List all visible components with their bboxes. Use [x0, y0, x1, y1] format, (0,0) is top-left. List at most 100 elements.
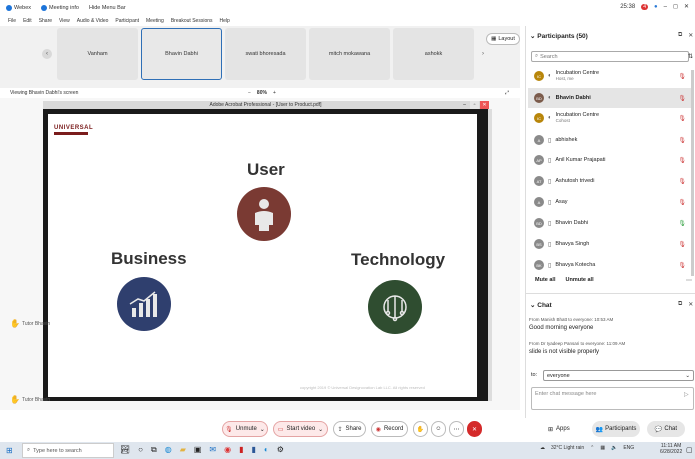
edge-icon[interactable]: ◍ — [165, 445, 172, 455]
video-tile[interactable]: Vanham — [57, 28, 138, 80]
cortana-icon[interactable]: ○ — [138, 445, 143, 455]
app-thumbnail-icon[interactable]: 🏞 — [120, 445, 130, 455]
webex-taskbar-icon[interactable]: ◐ — [264, 445, 269, 455]
participants-header[interactable]: ⌄ Participants (50) — [530, 32, 588, 40]
mail-icon[interactable]: ✉ — [209, 445, 216, 455]
mute-all-button[interactable]: Mute all — [535, 277, 555, 283]
close-icon[interactable]: ✕ — [688, 32, 693, 39]
participant-row[interactable]: A ▯ abhishek 🎙 — [528, 130, 692, 150]
start-video-button[interactable]: ▭ Start video ⌄ — [273, 421, 328, 437]
menu-file[interactable]: File — [8, 18, 16, 24]
participants-scrollbar[interactable] — [691, 70, 694, 276]
video-tile-active[interactable]: Bhavin Dabhi — [141, 28, 222, 80]
taskbar-search-input[interactable]: ⌕ Type here to search — [22, 443, 114, 458]
minimize-icon[interactable]: – — [664, 4, 667, 10]
participant-row-selected[interactable]: BD ◐ Bhavin Dabhi 🎙 — [528, 88, 692, 108]
mic-on-icon[interactable]: 🎙 — [678, 220, 686, 227]
filmstrip-next-button[interactable]: › — [478, 49, 488, 59]
menu-view[interactable]: View — [59, 18, 70, 24]
more-icon[interactable]: ⋯ — [686, 277, 692, 284]
word-icon[interactable]: ▮ — [252, 445, 256, 455]
mic-muted-icon[interactable]: 🎙 — [678, 95, 686, 102]
menu-audio-video[interactable]: Audio & Video — [77, 18, 109, 24]
acrobat-maximize-icon[interactable]: ▫ — [470, 101, 479, 109]
participant-row[interactable]: BS ▯ Bhavya Singh 🎙 — [528, 234, 692, 254]
reactions-button[interactable]: ☺ — [431, 421, 446, 437]
task-view-icon[interactable]: ⧉ — [151, 445, 157, 455]
volume-icon[interactable]: 🔈 — [611, 445, 617, 451]
participants-button[interactable]: 👥 Participants — [592, 421, 640, 437]
taskbar-clock[interactable]: 11:11 AM 6/28/2022 — [660, 443, 682, 455]
notification-icon[interactable]: ▢ — [686, 446, 693, 454]
participant-row[interactable]: BD ▯ Bhavin Dabhi 🎙 — [528, 213, 692, 233]
chat-recipient-select[interactable]: everyone ⌄ — [543, 370, 694, 381]
restore-icon[interactable]: ◻ — [673, 3, 678, 10]
leave-meeting-button[interactable]: ✕ — [467, 421, 482, 437]
share-button[interactable]: ⇪ Share — [333, 421, 366, 437]
mic-muted-icon[interactable]: 🎙 — [678, 178, 686, 185]
mic-muted-icon[interactable]: 🎙 — [678, 241, 686, 248]
meeting-info-button[interactable]: Meeting info — [41, 5, 79, 11]
participant-row[interactable]: BK ▯ Bhavya Kotecha 🎙 — [528, 255, 692, 275]
settings-icon[interactable]: ⚙ — [277, 445, 284, 455]
mic-muted-icon[interactable]: 🎙 — [678, 115, 686, 122]
mic-muted-icon[interactable]: 🎙 — [678, 137, 686, 144]
mic-muted-icon[interactable]: 🎙 — [678, 157, 686, 164]
popout-icon[interactable]: ⧉ — [678, 32, 682, 39]
chat-label: Chat — [664, 426, 678, 432]
video-tile[interactable]: mitch mokawana — [309, 28, 390, 80]
popout-icon[interactable]: ⧉ — [678, 301, 682, 308]
menu-help[interactable]: Help — [220, 18, 230, 24]
zoom-level[interactable]: 80% — [257, 90, 267, 96]
mic-muted-icon[interactable]: 🎙 — [678, 262, 686, 269]
video-tile[interactable]: swati bhoresada — [225, 28, 306, 80]
more-options-button[interactable]: ⋯ — [449, 421, 464, 437]
windows-start-icon[interactable]: ⊞ — [6, 446, 13, 455]
network-icon[interactable]: ▦ — [600, 445, 605, 451]
video-tile[interactable]: ashokk — [393, 28, 474, 80]
fullscreen-icon[interactable]: ⤢ — [505, 90, 509, 96]
chat-header[interactable]: ⌄ Chat — [530, 301, 552, 309]
language-indicator[interactable]: ENG — [623, 445, 634, 451]
close-icon[interactable]: ✕ — [684, 3, 689, 10]
mic-muted-icon[interactable]: 🎙 — [678, 199, 686, 206]
send-icon[interactable]: ▷ — [684, 391, 689, 398]
filmstrip-prev-button[interactable]: ‹ — [42, 49, 52, 59]
unmute-all-button[interactable]: Unmute all — [565, 277, 593, 283]
menu-meeting[interactable]: Meeting — [146, 18, 164, 24]
tray-chevron-icon[interactable]: ⌃ — [590, 445, 594, 451]
participant-row[interactable]: A ▯ Asay 🎙 — [528, 192, 692, 212]
mic-muted-icon[interactable]: 🎙 — [678, 73, 686, 80]
zoom-in-button[interactable]: + — [273, 90, 276, 96]
participant-row[interactable]: AT ▯ Ashutosh trivedi 🎙 — [528, 171, 692, 191]
sort-icon[interactable]: ⇅ — [688, 53, 693, 60]
acrobat-icon[interactable]: ▮ — [239, 445, 243, 455]
menu-breakout[interactable]: Breakout Sessions — [171, 18, 213, 24]
participant-row[interactable]: IC ◐ Incubation Centre Cohost 🎙 — [528, 108, 692, 128]
acrobat-minimize-icon[interactable]: – — [460, 101, 469, 109]
chat-button[interactable]: 💬 Chat — [647, 421, 685, 437]
raise-hand-button[interactable]: ✋ — [413, 421, 428, 437]
acrobat-close-icon[interactable]: ✕ — [480, 101, 489, 109]
acrobat-scrollbar[interactable] — [488, 109, 492, 401]
file-explorer-icon[interactable]: ▰ — [180, 445, 186, 455]
chat-message-input[interactable]: Enter chat message here — [531, 387, 694, 410]
weather-text[interactable]: 32°C Light rain — [551, 445, 584, 451]
menu-edit[interactable]: Edit — [23, 18, 32, 24]
menu-share[interactable]: Share — [39, 18, 52, 24]
participant-row[interactable]: IC ◐ Incubation Centre Host, me 🎙 — [528, 66, 692, 86]
participant-row[interactable]: AP ▯ Anil Kumar Prajapati 🎙 — [528, 150, 692, 170]
video-filmstrip: ‹ Vanham Bhavin Dabhi swati bhoresada mi… — [0, 26, 520, 88]
participant-search-input[interactable]: ⌕ Search — [531, 51, 689, 62]
store-icon[interactable]: ▣ — [194, 445, 202, 455]
apps-button[interactable]: ⊞ Apps — [548, 421, 570, 437]
layout-button[interactable]: ▦ Layout — [486, 33, 520, 45]
zoom-out-button[interactable]: − — [248, 90, 251, 96]
chat-icon: 💬 — [654, 426, 663, 433]
chrome-icon[interactable]: ◉ — [224, 445, 231, 455]
menu-participant[interactable]: Participant — [115, 18, 139, 24]
unmute-button[interactable]: 🎙 Unmute ⌄ — [222, 421, 268, 437]
close-icon[interactable]: ✕ — [688, 301, 693, 308]
record-button[interactable]: ◉ Record — [371, 421, 408, 437]
hide-menu-toggle[interactable]: Hide Menu Bar — [89, 5, 126, 11]
